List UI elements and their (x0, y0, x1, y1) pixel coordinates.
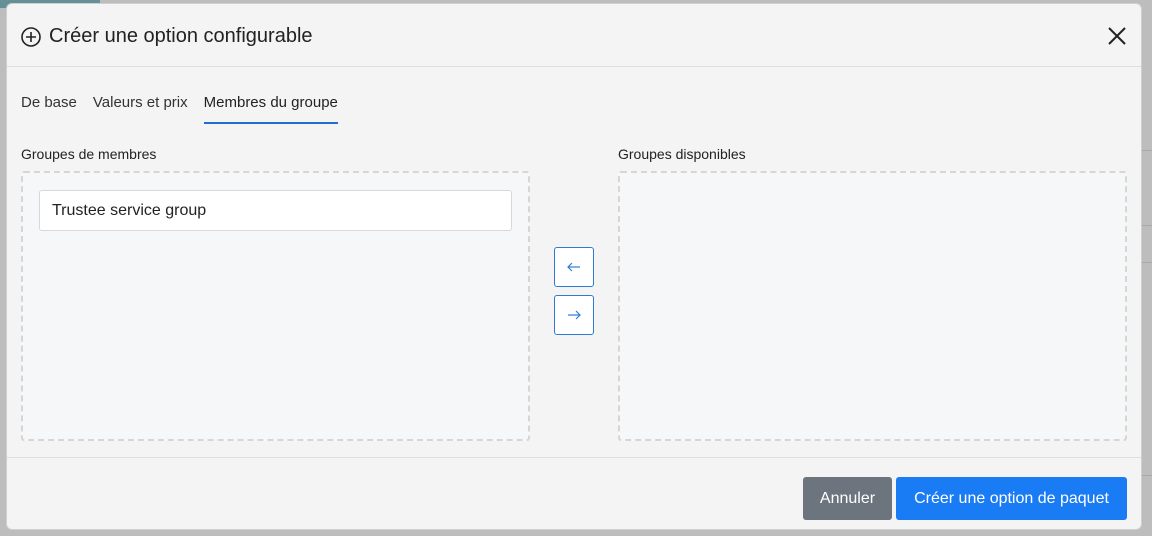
member-groups-list[interactable]: Trustee service group (21, 171, 530, 441)
dialog-tabs: De base Valeurs et prix Membres du group… (21, 88, 354, 126)
create-configurable-option-dialog: Créer une option configurable De base Va… (6, 3, 1142, 530)
tab-group-members[interactable]: Membres du groupe (203, 88, 338, 124)
arrow-right-icon (568, 310, 581, 320)
tab-basic[interactable]: De base (21, 88, 77, 124)
list-item[interactable]: Trustee service group (39, 190, 512, 231)
move-left-button[interactable] (554, 247, 594, 287)
members-groups-label: Groupes de membres (21, 146, 157, 162)
tab-values-prices[interactable]: Valeurs et prix (93, 88, 188, 124)
available-groups-list[interactable] (618, 171, 1127, 441)
move-right-button[interactable] (554, 295, 594, 335)
cancel-button[interactable]: Annuler (803, 477, 892, 520)
close-icon[interactable] (1105, 24, 1129, 48)
dialog-title: Créer une option configurable (49, 25, 313, 47)
dialog-footer: Annuler Créer une option de paquet (7, 457, 1141, 529)
create-package-option-button[interactable]: Créer une option de paquet (896, 477, 1127, 520)
dialog-header: Créer une option configurable (7, 4, 1141, 67)
plus-circle-icon (21, 27, 41, 47)
arrow-left-icon (567, 262, 580, 272)
available-groups-label: Groupes disponibles (618, 146, 746, 162)
